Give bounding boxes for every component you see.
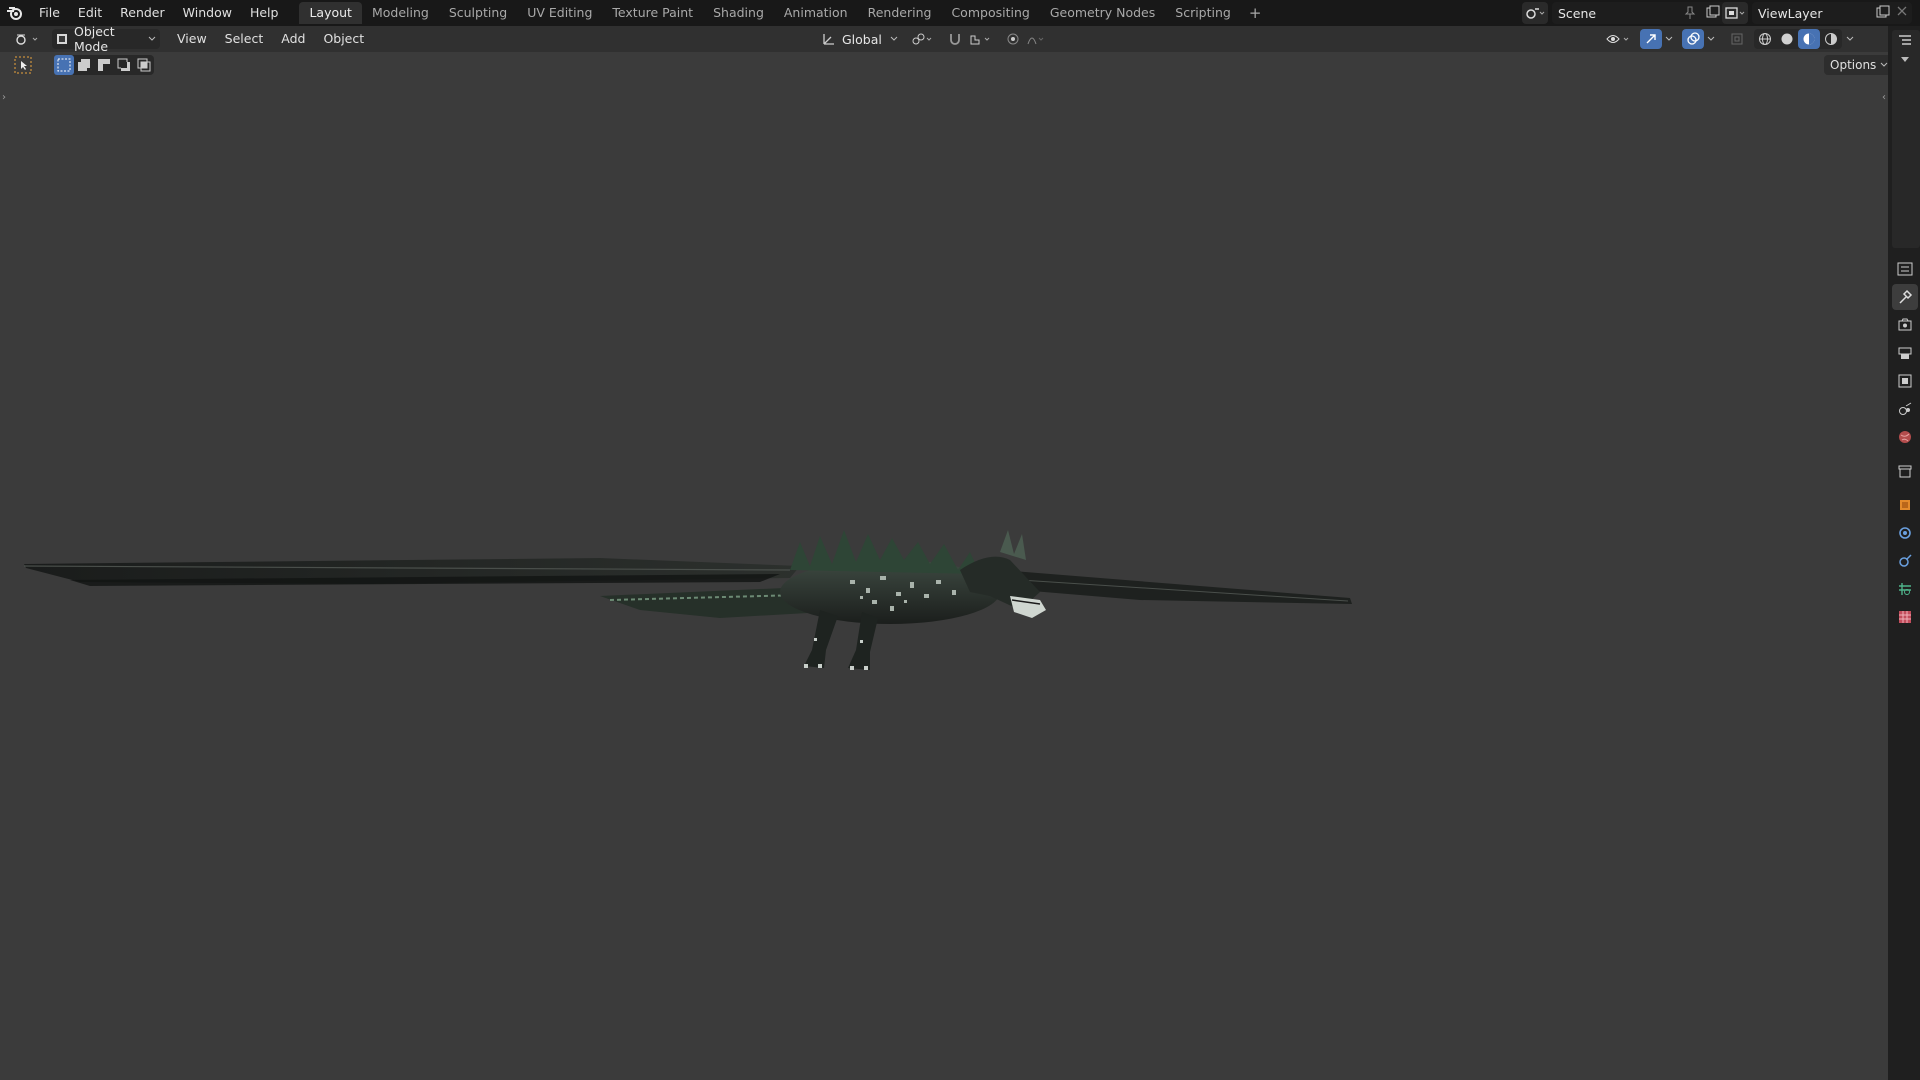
shading-mode-group xyxy=(1754,29,1842,49)
scene-icon[interactable] xyxy=(1892,396,1918,422)
viewport-menus: View Select Add Object xyxy=(168,26,373,52)
workspace-tabs: Layout Modeling Sculpting UV Editing Tex… xyxy=(299,0,1269,26)
delete-view-layer-icon[interactable] xyxy=(1896,5,1908,17)
tab-layout[interactable]: Layout xyxy=(299,2,362,24)
transform-orientation-dropdown[interactable]: Global xyxy=(822,29,898,49)
menu-help[interactable]: Help xyxy=(241,0,288,26)
set-new-selection-icon[interactable] xyxy=(54,55,74,75)
menu-file[interactable]: File xyxy=(30,0,69,26)
physics-icon[interactable] xyxy=(1892,576,1918,602)
invert-selection-icon[interactable] xyxy=(114,55,134,75)
view-layer-name: ViewLayer xyxy=(1758,5,1823,21)
tab-texture-paint[interactable]: Texture Paint xyxy=(602,2,703,24)
filter-dropdown-icon[interactable] xyxy=(1900,56,1910,64)
shading-dropdown-icon[interactable] xyxy=(1842,29,1858,49)
tab-shading[interactable]: Shading xyxy=(703,2,774,24)
solid-shading-icon[interactable] xyxy=(1776,29,1798,49)
view-layer-browse-icon[interactable] xyxy=(1722,2,1748,24)
menu-add[interactable]: Add xyxy=(272,26,314,52)
menu-edit[interactable]: Edit xyxy=(69,0,111,26)
orientation-axes-icon xyxy=(822,32,836,46)
object-mode-dropdown[interactable]: Object Mode xyxy=(52,24,160,54)
outliner-collapsed[interactable] xyxy=(1892,30,1920,248)
options-dropdown[interactable]: Options xyxy=(1824,55,1895,75)
tab-rendering[interactable]: Rendering xyxy=(858,2,942,24)
particles-icon[interactable] xyxy=(1892,548,1918,574)
blender-logo-icon[interactable] xyxy=(0,0,30,26)
outliner-icon[interactable] xyxy=(1898,34,1912,46)
selection-mode-group xyxy=(54,55,154,75)
select-box-tool-icon[interactable] xyxy=(12,54,34,76)
options-label: Options xyxy=(1830,58,1877,72)
subtract-selection-icon[interactable] xyxy=(94,55,114,75)
menu-view[interactable]: View xyxy=(168,26,216,52)
gizmo-dropdown-icon[interactable] xyxy=(1662,29,1676,49)
new-view-layer-icon[interactable] xyxy=(1876,5,1890,19)
chevron-down-icon xyxy=(148,36,156,42)
pivot-point-icon[interactable] xyxy=(908,29,938,49)
overlays-toggle-icon[interactable] xyxy=(1682,29,1704,49)
overlays-dropdown-icon[interactable] xyxy=(1704,29,1718,49)
xray-toggle-icon[interactable] xyxy=(1726,29,1748,49)
properties-tabs xyxy=(1890,256,1920,632)
tab-geometry-nodes[interactable]: Geometry Nodes xyxy=(1040,2,1165,24)
mode-label: Object Mode xyxy=(74,24,115,54)
top-bar: File Edit Render Window Help Layout Mode… xyxy=(0,0,1920,26)
gizmo-toggle-icon[interactable] xyxy=(1640,29,1662,49)
visibility-eye-icon[interactable] xyxy=(1604,29,1634,49)
scene-browse-icon[interactable] xyxy=(1522,2,1548,24)
tab-sculpting[interactable]: Sculpting xyxy=(439,2,517,24)
chevron-down-icon xyxy=(890,36,898,42)
scene-name-field[interactable]: Scene xyxy=(1552,2,1742,24)
tool-icon[interactable] xyxy=(1892,284,1918,310)
texture-icon[interactable] xyxy=(1892,604,1918,630)
view-layer-selector: ViewLayer xyxy=(1722,2,1912,24)
dragon-model[interactable] xyxy=(0,500,1380,700)
snap-icon[interactable] xyxy=(944,29,966,49)
falloff-curve-icon[interactable] xyxy=(1024,29,1046,49)
tab-modeling[interactable]: Modeling xyxy=(362,2,439,24)
editor-type-icon[interactable] xyxy=(8,28,48,50)
intersect-selection-icon[interactable] xyxy=(134,55,154,75)
output-icon[interactable] xyxy=(1892,340,1918,366)
orientation-label: Global xyxy=(842,31,882,47)
rendered-shading-icon[interactable] xyxy=(1820,29,1842,49)
main-menu: File Edit Render Window Help xyxy=(30,0,287,26)
tab-compositing[interactable]: Compositing xyxy=(941,2,1039,24)
toolbar-expand-arrow-icon[interactable]: › xyxy=(2,92,6,103)
collection-icon[interactable] xyxy=(1892,458,1918,484)
proportional-editing-icon[interactable] xyxy=(1002,29,1024,49)
snap-increment-icon[interactable] xyxy=(966,29,996,49)
wireframe-shading-icon[interactable] xyxy=(1754,29,1776,49)
scene-selector: Scene xyxy=(1522,2,1742,24)
tab-scripting[interactable]: Scripting xyxy=(1165,2,1241,24)
tab-animation[interactable]: Animation xyxy=(774,2,858,24)
scene-name: Scene xyxy=(1558,5,1597,21)
material-preview-shading-icon[interactable] xyxy=(1798,29,1820,49)
world-icon[interactable] xyxy=(1892,424,1918,450)
properties-editor-icon[interactable] xyxy=(1892,256,1918,282)
tab-uv-editing[interactable]: UV Editing xyxy=(517,2,602,24)
object-icon[interactable] xyxy=(1892,492,1918,518)
viewport-display-controls xyxy=(1604,29,1858,49)
menu-object[interactable]: Object xyxy=(314,26,373,52)
menu-select[interactable]: Select xyxy=(216,26,273,52)
view-layer-name-field[interactable]: ViewLayer xyxy=(1752,2,1912,24)
add-workspace-button[interactable]: + xyxy=(1241,2,1270,24)
transform-controls: Global xyxy=(822,29,1046,49)
menu-render[interactable]: Render xyxy=(111,0,174,26)
object-mode-icon xyxy=(56,33,68,45)
extend-selection-icon[interactable] xyxy=(74,55,94,75)
modifier-icon[interactable] xyxy=(1892,520,1918,546)
new-scene-icon[interactable] xyxy=(1706,5,1720,19)
sidebar-expand-arrow-icon[interactable]: ‹ xyxy=(1882,92,1886,103)
menu-window[interactable]: Window xyxy=(174,0,241,26)
pin-icon[interactable] xyxy=(1684,6,1696,20)
view-layer-icon[interactable] xyxy=(1892,368,1918,394)
render-icon[interactable] xyxy=(1892,312,1918,338)
viewport-header: Object Mode View Select Add Object Globa… xyxy=(0,24,1888,54)
tool-settings-row: Options xyxy=(0,52,1895,78)
